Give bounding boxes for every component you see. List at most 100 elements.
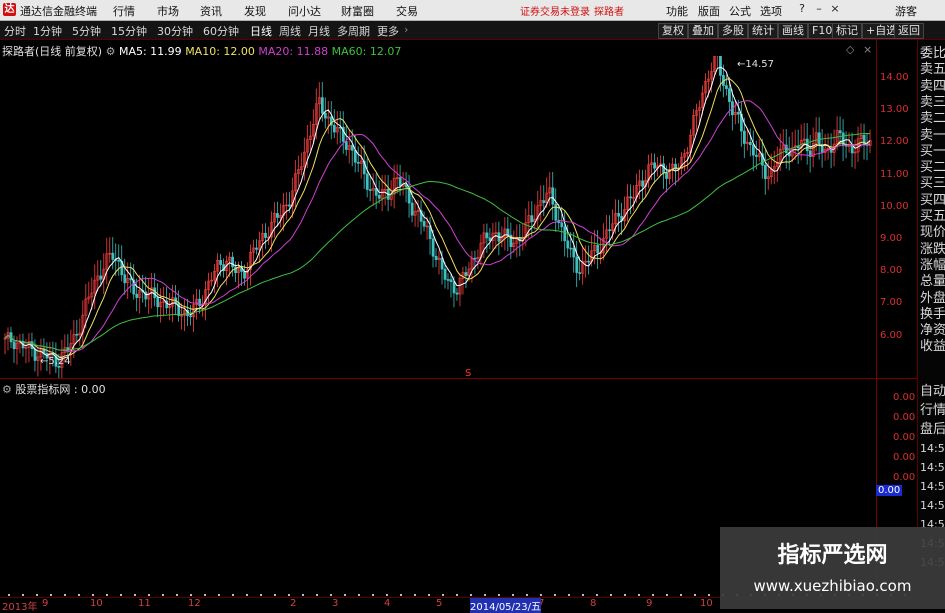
month-label: 9 — [646, 598, 653, 609]
menu-formula[interactable]: 公式 — [729, 3, 751, 19]
overlay-button[interactable]: 叠加 — [688, 23, 718, 39]
login-status[interactable]: 证券交易未登录 — [520, 3, 590, 18]
title-bar: 达 通达信金融终端 行情 市场 资讯 发现 问小达 财富圈 交易 证券交易未登录… — [0, 0, 945, 21]
tick-list-item: 14:56 — [920, 442, 945, 455]
candle-body — [506, 228, 510, 236]
candle-body — [332, 124, 336, 133]
candle-body — [578, 272, 582, 274]
tab-multi-period[interactable]: 多周期 — [337, 23, 370, 39]
candle-body — [368, 189, 372, 191]
low-marker: ←5.24 — [40, 356, 71, 367]
menu-trade[interactable]: 交易 — [396, 3, 418, 19]
axis-dot — [204, 594, 206, 596]
draw-line-button[interactable]: 画线 — [778, 23, 808, 39]
candle-body — [662, 163, 665, 174]
candle-body — [117, 260, 121, 262]
axis-dot — [134, 594, 136, 596]
candle-body — [566, 240, 570, 249]
candle-body — [719, 56, 722, 76]
price-tick-label: 13.00 — [880, 104, 909, 116]
axis-dot — [400, 594, 402, 596]
quote-field-label: 卖一 — [920, 127, 945, 143]
candle-body — [422, 221, 426, 227]
tab-1min[interactable]: 1分钟 — [33, 23, 62, 39]
close-panel-icon[interactable]: × — [863, 43, 872, 56]
axis-dot — [414, 594, 416, 596]
menu-function[interactable]: 功能 — [666, 3, 688, 19]
close-icon[interactable]: × — [828, 2, 842, 16]
axis-dot — [442, 594, 444, 596]
indicator-settings-icon[interactable]: ⚙ — [2, 383, 12, 396]
chevron-right-icon[interactable]: › — [404, 23, 408, 36]
axis-dot — [64, 594, 66, 596]
tab-monthly[interactable]: 月线 — [308, 23, 330, 39]
candle-body — [135, 293, 139, 298]
axis-dot — [106, 594, 108, 596]
axis-dot — [302, 594, 304, 596]
candle-body — [742, 130, 746, 144]
price-tick-label: 9.00 — [880, 233, 903, 244]
year-label: 2013年 — [2, 602, 38, 613]
adjust-button[interactable]: 复权 — [658, 23, 688, 39]
menu-discover[interactable]: 发现 — [244, 3, 266, 19]
quote-field-label: 买三 — [920, 176, 945, 192]
candlestick-chart[interactable] — [0, 56, 876, 378]
candle-body — [569, 247, 573, 250]
axis-dot — [652, 594, 654, 596]
axis-dot — [708, 594, 710, 596]
axis-dot — [372, 594, 374, 596]
tab-timeshare[interactable]: 分时 — [4, 23, 26, 39]
tab-daily[interactable]: 日线 — [250, 23, 272, 39]
candle-body — [754, 154, 758, 157]
month-label: 11 — [138, 598, 151, 609]
minimize-icon[interactable]: – — [812, 2, 826, 16]
candle-body — [75, 333, 79, 336]
candle-body — [231, 256, 234, 268]
candle-body — [572, 247, 576, 258]
quote-field-label: 卖四 — [920, 78, 945, 94]
quote-field-label: 买二 — [920, 160, 945, 176]
multi-stock-button[interactable]: 多股 — [718, 23, 748, 39]
app-logo-icon: 达 — [3, 3, 16, 16]
stats-button[interactable]: 统计 — [748, 23, 778, 39]
mark-button[interactable]: 标记 — [832, 23, 862, 39]
quote-field-label: 收益 — [920, 339, 945, 355]
menu-layout[interactable]: 版面 — [698, 3, 720, 19]
diamond-icon[interactable]: ◇ — [846, 43, 854, 56]
candle-body — [763, 164, 767, 180]
axis-dot — [358, 594, 360, 596]
menu-market[interactable]: 市场 — [157, 3, 179, 19]
menu-ask-xiaoda[interactable]: 问小达 — [288, 3, 321, 19]
candle-body — [434, 255, 438, 260]
menu-market-quotes[interactable]: 行情 — [113, 3, 135, 19]
month-label: 10 — [90, 598, 103, 609]
candle-body — [617, 213, 621, 217]
tab-weekly[interactable]: 周线 — [279, 23, 301, 39]
back-button[interactable]: 返回 — [894, 23, 924, 39]
tab-15min[interactable]: 15分钟 — [111, 23, 147, 39]
axis-dot — [8, 594, 10, 596]
axis-dot — [232, 594, 234, 596]
price-axis: 14.00 13.00 12.00 11.00 10.00 9.00 8.00 7.00 6.0… — [877, 56, 917, 378]
menu-news[interactable]: 资讯 — [200, 3, 222, 19]
candle-body — [446, 279, 450, 281]
candle-body — [353, 150, 357, 163]
tab-5min[interactable]: 5分钟 — [72, 23, 101, 39]
axis-dot — [218, 594, 220, 596]
indicator-label: 股票指标网 : 0.00 — [15, 383, 106, 396]
menu-options[interactable]: 选项 — [760, 3, 782, 19]
price-tick-label: 6.00 — [880, 329, 903, 341]
menu-wealth-circle[interactable]: 财富圈 — [341, 3, 374, 19]
tab-more[interactable]: 更多 — [377, 23, 399, 39]
axis-dot — [694, 594, 696, 596]
axis-dot — [120, 594, 122, 596]
candle-body — [542, 200, 546, 203]
user-label[interactable]: 游客 — [895, 3, 917, 19]
tick-list-item: 行情 — [920, 403, 945, 418]
month-label: 4 — [384, 598, 391, 609]
tab-30min[interactable]: 30分钟 — [157, 23, 193, 39]
tab-60min[interactable]: 60分钟 — [203, 23, 239, 39]
axis-dot — [288, 594, 290, 596]
ma5-line — [4, 66, 871, 361]
help-icon[interactable]: ? — [795, 2, 809, 16]
